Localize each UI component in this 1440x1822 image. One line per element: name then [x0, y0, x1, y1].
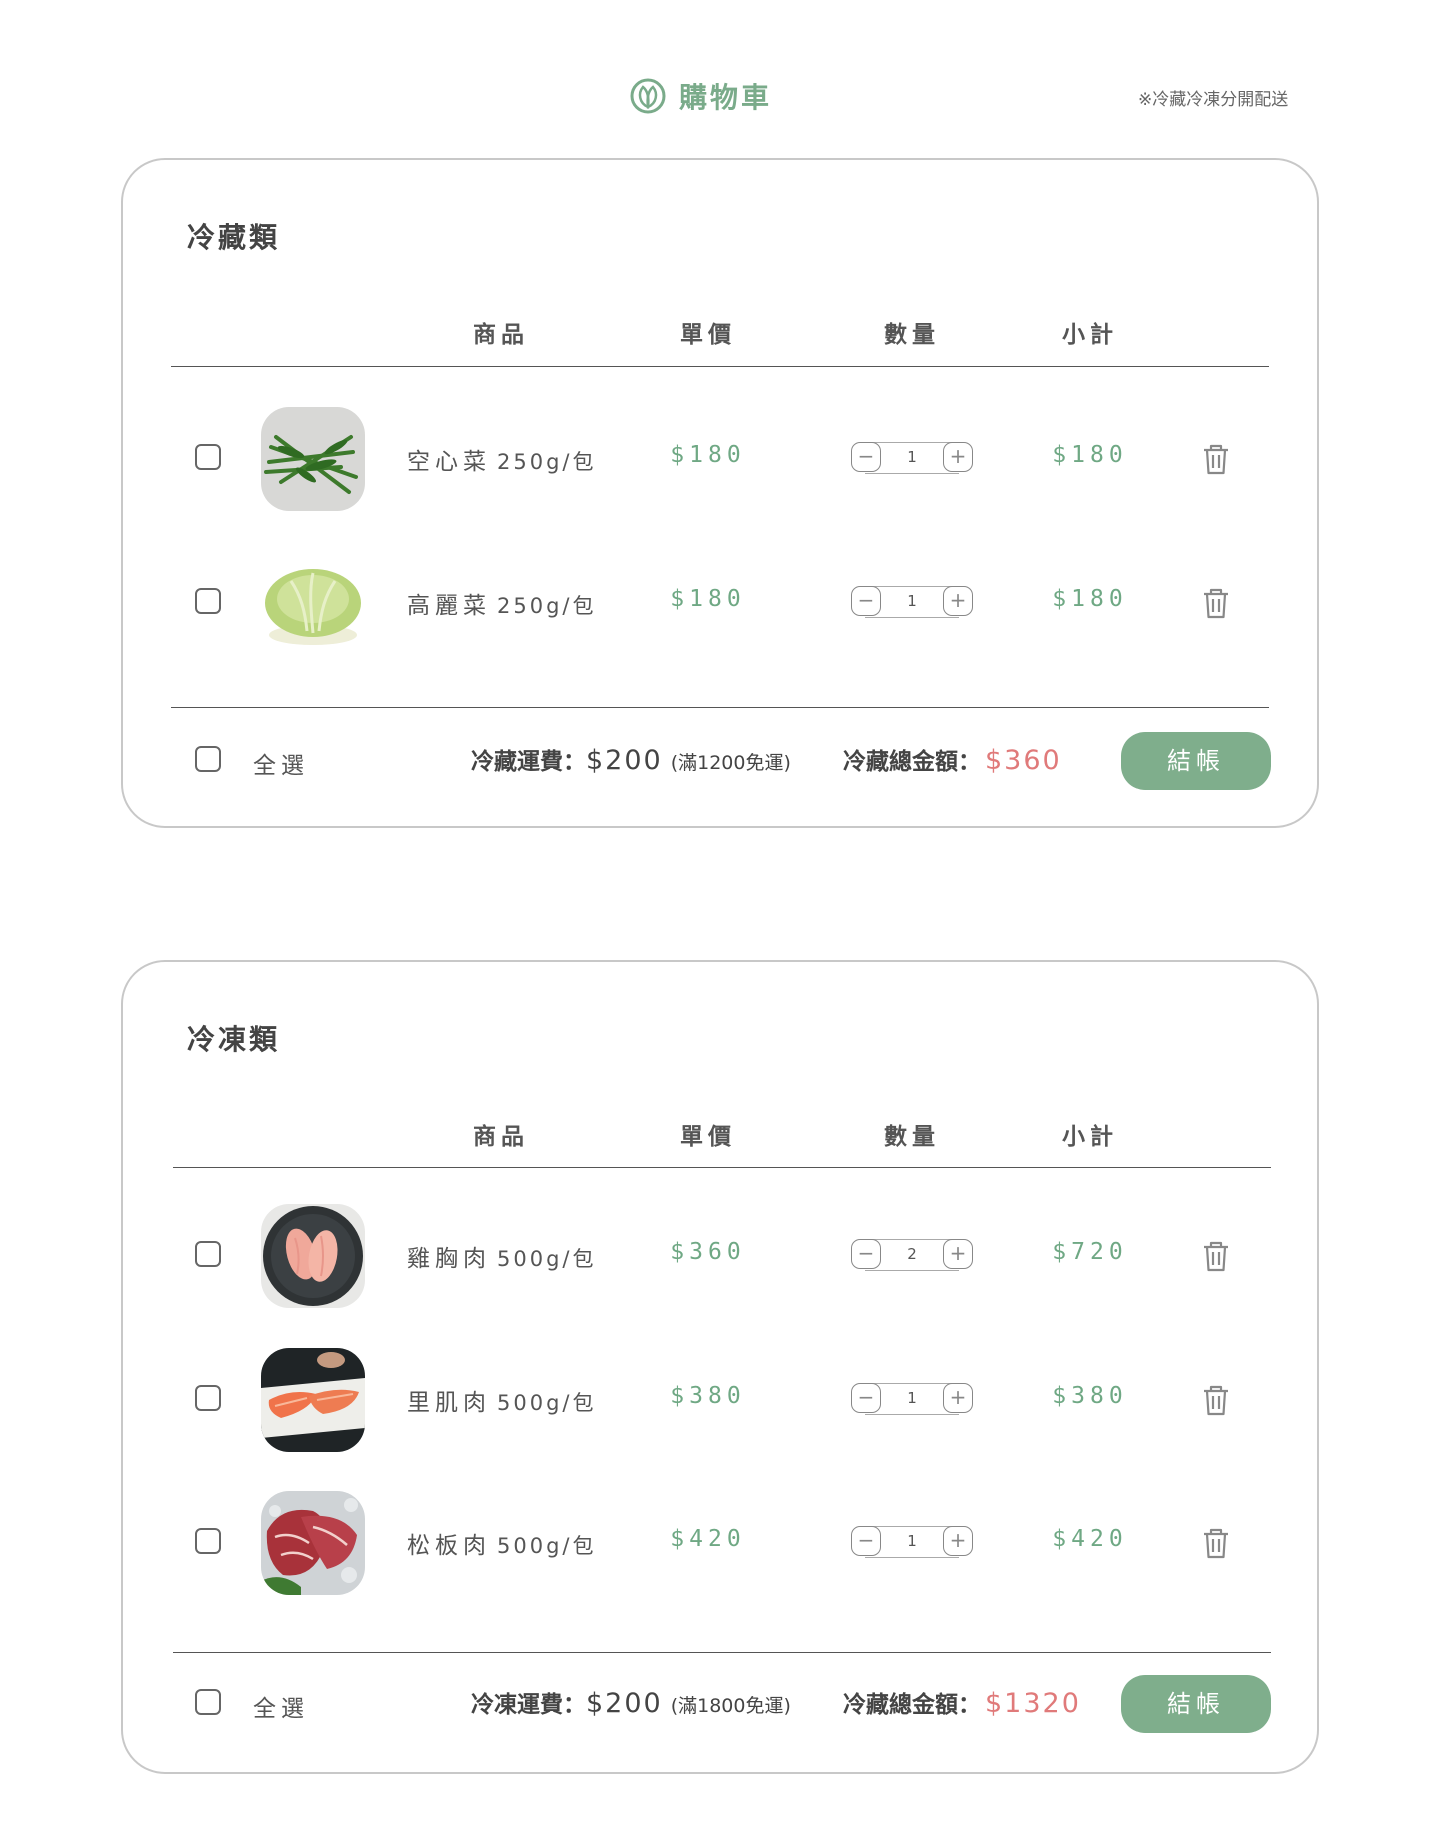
cart-total: 冷藏總金額： $360: [843, 745, 1062, 776]
quantity-value[interactable]: 1: [881, 586, 943, 616]
unit-price: $180: [670, 442, 746, 468]
product-name: 里肌肉 500g/包: [407, 1390, 597, 1416]
increase-button[interactable]: +: [943, 442, 973, 472]
increase-button[interactable]: +: [943, 586, 973, 616]
quantity-value[interactable]: 1: [881, 442, 943, 472]
product-name: 高麗菜 250g/包: [407, 593, 597, 619]
product-image-pork-jowl: [261, 1491, 365, 1595]
table-header: 商品 單價 數量 小計: [123, 1117, 1317, 1157]
product-name: 雞胸肉 500g/包: [407, 1246, 597, 1272]
select-all-checkbox[interactable]: [195, 1689, 221, 1715]
select-all-label: 全選: [253, 753, 309, 779]
product-image-pork-loin: [261, 1348, 365, 1452]
footer-divider: [173, 1652, 1271, 1653]
trash-icon[interactable]: [1200, 442, 1232, 476]
quantity-stepper: − 1 +: [851, 442, 973, 474]
increase-button[interactable]: +: [943, 1239, 973, 1269]
product-name: 空心菜 250g/包: [407, 449, 597, 475]
section-title-chilled: 冷藏類: [187, 221, 281, 254]
unit-price: $380: [670, 1383, 746, 1409]
quantity-stepper: − 1 +: [851, 586, 973, 618]
table-row: 松板肉 500g/包 $420 − 1 + $420: [123, 1490, 1317, 1595]
select-all-checkbox[interactable]: [195, 746, 221, 772]
chilled-cart-card: 冷藏類 商品 單價 數量 小計 空心菜 250g/包 $180 − 1 + $1…: [121, 158, 1319, 828]
quantity-value[interactable]: 2: [881, 1239, 943, 1269]
col-quantity: 數量: [884, 322, 940, 348]
shipping-fee: 冷藏運費：$200 (滿1200免運): [471, 745, 791, 776]
unit-price: $360: [670, 1239, 746, 1265]
subtotal: $380: [1052, 1383, 1128, 1409]
table-row: 空心菜 250g/包 $180 − 1 + $180: [123, 406, 1317, 511]
quantity-stepper: − 1 +: [851, 1526, 973, 1558]
cart-header: 購物車: [629, 76, 772, 116]
decrease-button[interactable]: −: [851, 586, 881, 616]
quantity-value[interactable]: 1: [881, 1526, 943, 1556]
unit-price: $180: [670, 586, 746, 612]
select-all-label: 全選: [253, 1696, 309, 1722]
subtotal: $720: [1052, 1239, 1128, 1265]
delivery-notice: ※冷藏冷凍分開配送: [1138, 90, 1289, 110]
header-divider: [173, 1167, 1271, 1168]
col-product: 商品: [473, 1124, 529, 1150]
trash-icon[interactable]: [1200, 1526, 1232, 1560]
subtotal: $180: [1052, 442, 1128, 468]
trash-icon[interactable]: [1200, 586, 1232, 620]
decrease-button[interactable]: −: [851, 1526, 881, 1556]
item-checkbox[interactable]: [195, 588, 221, 614]
cart-footer: 全選 冷藏運費：$200 (滿1200免運) 冷藏總金額： $360 結帳: [123, 732, 1317, 794]
table-row: 雞胸肉 500g/包 $360 − 2 + $720: [123, 1203, 1317, 1308]
leaf-logo-icon: [630, 78, 666, 114]
page-title: 購物車: [679, 81, 773, 114]
product-image-cabbage: [261, 551, 365, 655]
subtotal: $420: [1052, 1526, 1128, 1552]
table-row: 高麗菜 250g/包 $180 − 1 + $180: [123, 550, 1317, 655]
increase-button[interactable]: +: [943, 1383, 973, 1413]
trash-icon[interactable]: [1200, 1239, 1232, 1273]
section-title-frozen: 冷凍類: [187, 1023, 281, 1056]
cart-total: 冷藏總金額： $1320: [843, 1688, 1081, 1719]
table-header: 商品 單價 數量 小計: [123, 315, 1317, 355]
decrease-button[interactable]: −: [851, 1239, 881, 1269]
item-checkbox[interactable]: [195, 1528, 221, 1554]
col-subtotal: 小計: [1062, 322, 1118, 348]
table-row: 里肌肉 500g/包 $380 − 1 + $380: [123, 1347, 1317, 1452]
increase-button[interactable]: +: [943, 1526, 973, 1556]
col-subtotal: 小計: [1062, 1124, 1118, 1150]
subtotal: $180: [1052, 586, 1128, 612]
unit-price: $420: [670, 1526, 746, 1552]
col-unit-price: 單價: [680, 1124, 736, 1150]
item-checkbox[interactable]: [195, 1241, 221, 1267]
product-name: 松板肉 500g/包: [407, 1533, 597, 1559]
header-divider: [171, 366, 1269, 367]
trash-icon[interactable]: [1200, 1383, 1232, 1417]
item-checkbox[interactable]: [195, 1385, 221, 1411]
quantity-stepper: − 2 +: [851, 1239, 973, 1271]
product-image-chicken-breast: [261, 1204, 365, 1308]
cart-footer: 全選 冷凍運費：$200 (滿1800免運) 冷藏總金額： $1320 結帳: [123, 1675, 1317, 1737]
col-quantity: 數量: [884, 1124, 940, 1150]
footer-divider: [171, 707, 1269, 708]
quantity-stepper: − 1 +: [851, 1383, 973, 1415]
checkout-button[interactable]: 結帳: [1121, 732, 1271, 790]
shipping-fee: 冷凍運費：$200 (滿1800免運): [471, 1688, 791, 1719]
item-checkbox[interactable]: [195, 444, 221, 470]
col-product: 商品: [473, 322, 529, 348]
decrease-button[interactable]: −: [851, 442, 881, 472]
frozen-cart-card: 冷凍類 商品 單價 數量 小計 雞胸肉 500g/包 $360 − 2 + $7…: [121, 960, 1319, 1774]
product-image-water-spinach: [261, 407, 365, 511]
quantity-value[interactable]: 1: [881, 1383, 943, 1413]
decrease-button[interactable]: −: [851, 1383, 881, 1413]
col-unit-price: 單價: [680, 322, 736, 348]
checkout-button[interactable]: 結帳: [1121, 1675, 1271, 1733]
